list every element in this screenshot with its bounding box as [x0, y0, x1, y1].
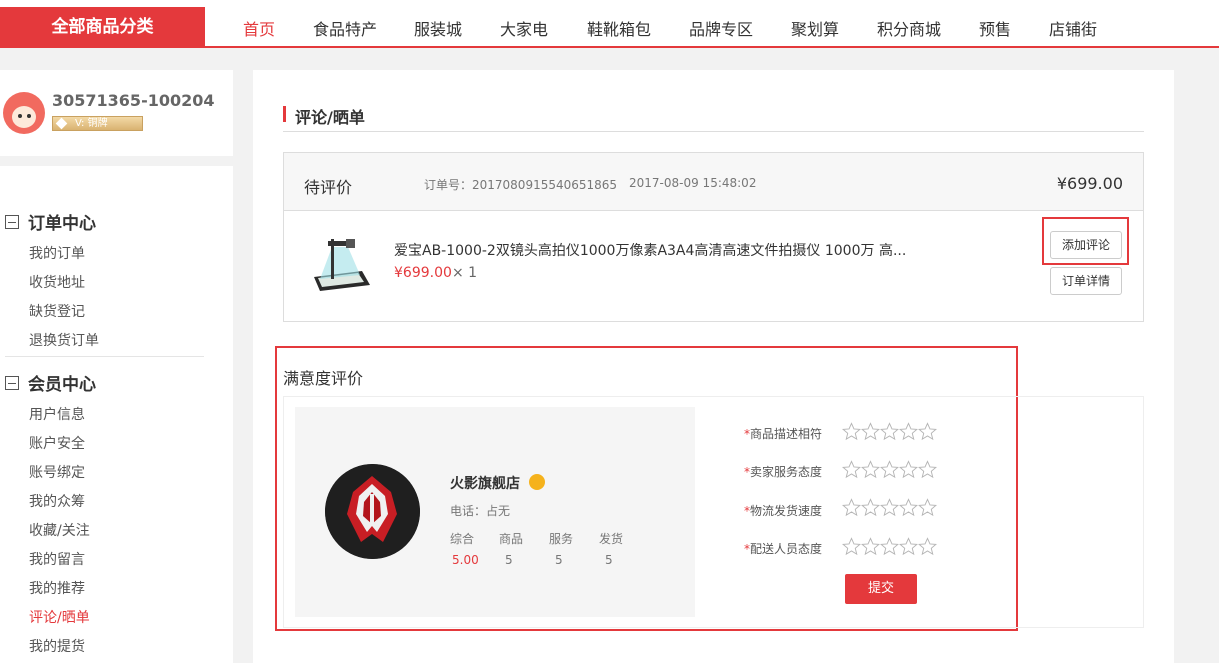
sidebar-item-referrals[interactable]: 我的推荐 — [29, 578, 85, 598]
sidebar-item-my-orders[interactable]: 我的订单 — [29, 243, 85, 263]
nav-home[interactable]: 首页 — [243, 16, 275, 40]
shop-name[interactable]: 火影旗舰店 — [450, 473, 520, 493]
rating-stars-service[interactable] — [842, 460, 937, 479]
sidebar-item-binding[interactable]: 账号绑定 — [29, 462, 85, 482]
star-icon[interactable] — [918, 460, 937, 479]
sidebar-item-crowdfunding[interactable]: 我的众筹 — [29, 491, 85, 511]
star-icon[interactable] — [880, 460, 899, 479]
score-service: 服务 5 — [549, 532, 574, 567]
member-level-badge: V: 铜牌 — [52, 116, 143, 131]
nav-juhuasuan[interactable]: 聚划算 — [791, 16, 839, 40]
sidebar-item-address[interactable]: 收货地址 — [29, 272, 85, 292]
nav-shoes-bags[interactable]: 鞋靴箱包 — [587, 16, 651, 40]
submit-button[interactable]: 提交 — [845, 574, 917, 604]
sidebar-item-favorites[interactable]: 收藏/关注 — [29, 520, 90, 540]
star-icon[interactable] — [880, 537, 899, 556]
order-header: 待评价 订单号：2017080915540651865 2017-08-09 1… — [284, 153, 1143, 211]
star-icon[interactable] — [880, 498, 899, 517]
star-icon[interactable] — [861, 537, 880, 556]
nav-clothing[interactable]: 服装城 — [414, 16, 462, 40]
product-image[interactable] — [302, 231, 374, 297]
nav-brands[interactable]: 品牌专区 — [689, 16, 753, 40]
sidebar-item-stockout[interactable]: 缺货登记 — [29, 301, 85, 321]
star-icon[interactable] — [918, 422, 937, 441]
sidebar: 订单中心 我的订单 收货地址 缺货登记 退换货订单 会员中心 用户信息 账户安全… — [0, 166, 233, 663]
star-icon[interactable] — [861, 460, 880, 479]
collapse-icon[interactable] — [5, 375, 19, 390]
nav-food[interactable]: 食品特产 — [313, 16, 377, 40]
star-icon[interactable] — [842, 498, 861, 517]
star-icon[interactable] — [899, 460, 918, 479]
shop-verified-icon — [529, 474, 545, 490]
top-navigation: 全部商品分类 首页 食品特产 服装城 大家电 鞋靴箱包 品牌专区 聚划算 积分商… — [0, 0, 1219, 48]
nav-shops[interactable]: 店铺街 — [1049, 16, 1097, 40]
order-card: 待评价 订单号：2017080915540651865 2017-08-09 1… — [283, 152, 1144, 322]
order-number: 订单号：2017080915540651865 — [424, 178, 618, 192]
score-overall: 综合 5.00 — [450, 532, 479, 567]
star-icon[interactable] — [842, 460, 861, 479]
product-price: ¥699.00 — [394, 265, 452, 281]
sidebar-item-messages[interactable]: 我的留言 — [29, 549, 85, 569]
star-icon[interactable] — [842, 422, 861, 441]
star-icon[interactable] — [861, 498, 880, 517]
satisfaction-title: 满意度评价 — [283, 369, 364, 388]
order-status: 待评价 — [304, 178, 353, 197]
user-info-box: 30571365-100204 V: 铜牌 — [0, 70, 233, 156]
score-product: 商品 5 — [499, 532, 524, 567]
star-icon[interactable] — [918, 537, 937, 556]
rating-label-delivery: *配送人员态度 — [744, 542, 823, 556]
shop-phone: 电话：占无 — [450, 504, 511, 518]
rating-label-service: *卖家服务态度 — [744, 465, 823, 479]
sidebar-item-security[interactable]: 账户安全 — [29, 433, 85, 453]
rating-stars-logistics[interactable] — [842, 498, 937, 517]
nav-appliances[interactable]: 大家电 — [500, 16, 548, 40]
rating-stars-description[interactable] — [842, 422, 937, 441]
all-categories-button[interactable]: 全部商品分类 — [0, 7, 205, 48]
star-icon[interactable] — [899, 537, 918, 556]
order-detail-button[interactable]: 订单详情 — [1050, 267, 1122, 295]
avatar[interactable] — [3, 92, 45, 134]
satisfaction-panel: 火影旗舰店 电话：占无 综合 5.00 商品 5 服务 5 发货 5 *商品描述… — [283, 396, 1144, 628]
sidebar-item-pickup[interactable]: 我的提货 — [29, 636, 85, 656]
divider — [5, 356, 204, 357]
nav-presale[interactable]: 预售 — [979, 16, 1011, 40]
sidebar-item-returns[interactable]: 退换货订单 — [29, 330, 99, 350]
order-time: 2017-08-09 15:48:02 — [629, 176, 757, 190]
rating-label-logistics: *物流发货速度 — [744, 504, 823, 518]
star-icon[interactable] — [918, 498, 937, 517]
divider — [283, 131, 1144, 132]
score-shipping: 发货 5 — [599, 532, 624, 567]
shop-card: 火影旗舰店 电话：占无 综合 5.00 商品 5 服务 5 发货 5 — [295, 407, 695, 617]
add-review-button[interactable]: 添加评论 — [1050, 231, 1122, 259]
star-icon[interactable] — [899, 498, 918, 517]
product-quantity: × 1 — [452, 265, 478, 281]
collapse-icon[interactable] — [5, 214, 19, 229]
shop-logo[interactable] — [325, 464, 420, 559]
star-icon[interactable] — [880, 422, 899, 441]
sidebar-group-orders[interactable]: 订单中心 — [5, 209, 96, 234]
star-icon[interactable] — [842, 537, 861, 556]
product-name[interactable]: 爱宝AB-1000-2双镜头高拍仪1000万像素A3A4高清高速文件拍摄仪 10… — [394, 240, 906, 260]
order-total: ¥699.00 — [1056, 174, 1123, 193]
user-id: 30571365-100204 — [52, 91, 215, 110]
diamond-icon — [55, 117, 68, 130]
page-title: 评论/晒单 — [283, 104, 365, 128]
star-icon[interactable] — [861, 422, 880, 441]
main-content: 评论/晒单 待评价 订单号：2017080915540651865 2017-0… — [253, 70, 1174, 663]
sidebar-group-member[interactable]: 会员中心 — [5, 370, 96, 395]
nav-points-mall[interactable]: 积分商城 — [877, 16, 941, 40]
sidebar-item-user-info[interactable]: 用户信息 — [29, 404, 85, 424]
rating-label-description: *商品描述相符 — [744, 427, 823, 441]
rating-stars-delivery[interactable] — [842, 537, 937, 556]
sidebar-item-reviews[interactable]: 评论/晒单 — [29, 607, 90, 627]
star-icon[interactable] — [899, 422, 918, 441]
